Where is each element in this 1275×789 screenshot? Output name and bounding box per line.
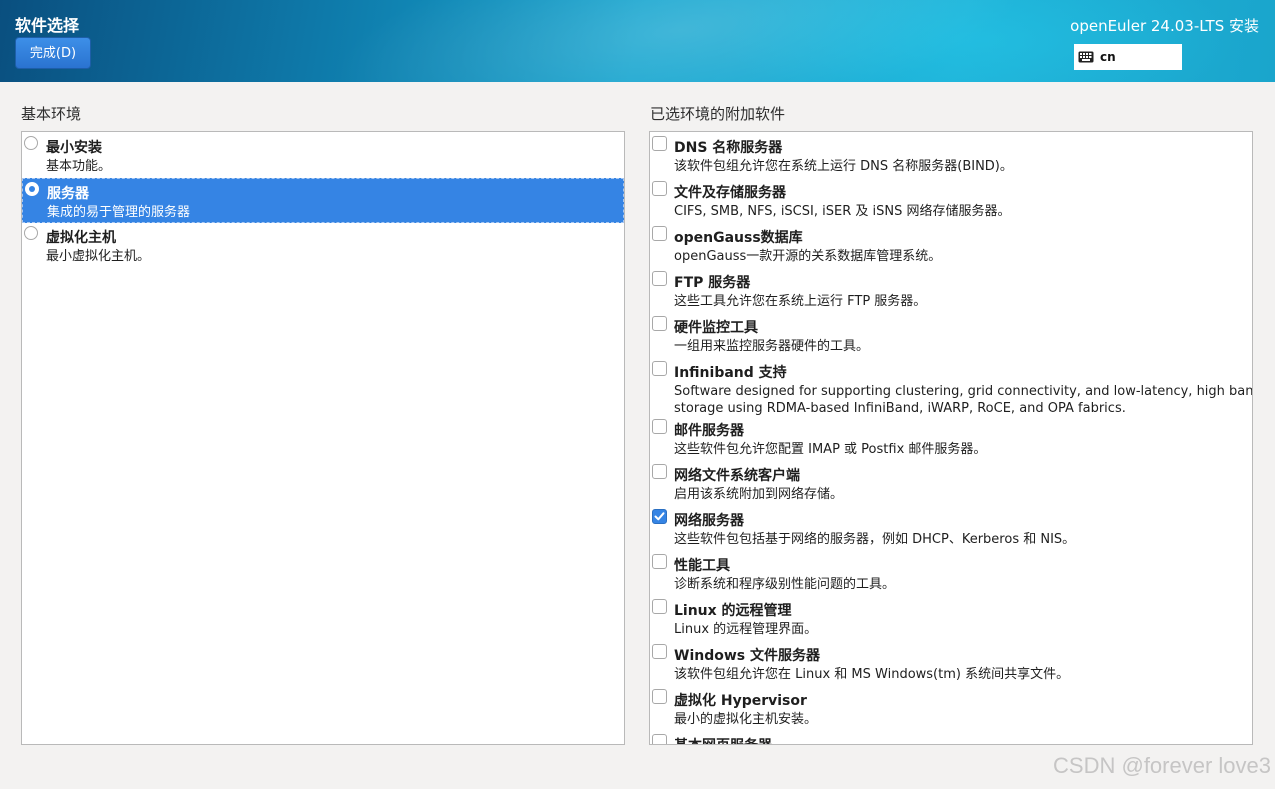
environment-radio[interactable] [24,136,38,150]
addon-option[interactable]: 硬件监控工具一组用来监控服务器硬件的工具。 [650,313,1252,358]
addon-description: 该软件包组允许您在系统上运行 DNS 名称服务器(BIND)。 [674,159,1013,174]
keyboard-icon [1078,51,1094,63]
checkmark-icon [654,512,665,521]
addon-description: 启用该系统附加到网络存储。 [674,487,844,502]
addon-checkbox[interactable] [652,226,667,241]
addon-checkbox[interactable] [652,554,667,569]
environment-description: 集成的易于管理的服务器 [47,205,191,220]
environment-option[interactable]: 虚拟化主机最小虚拟化主机。 [22,223,624,268]
environment-option[interactable]: 服务器集成的易于管理的服务器 [22,178,624,223]
addon-option[interactable]: 网络文件系统客户端启用该系统附加到网络存储。 [650,461,1252,506]
addon-checkbox[interactable] [652,361,667,376]
addon-description: 诊断系统和程序级别性能问题的工具。 [674,577,896,592]
addon-description: 该软件包组允许您在 Linux 和 MS Windows(tm) 系统间共享文件… [674,667,1070,682]
addon-checkbox[interactable] [652,509,667,524]
addon-option[interactable]: FTP 服务器这些工具允许您在系统上运行 FTP 服务器。 [650,268,1252,313]
addon-option[interactable]: openGauss数据库 openGauss一款开源的关系数据库管理系统。 [650,223,1252,268]
page-title: 软件选择 [15,16,80,35]
environment-name: 最小安装 [46,140,102,156]
addon-checkbox[interactable] [652,644,667,659]
addons-label: 已选环境的附加软件 [650,105,786,123]
addon-name: 性能工具 [674,558,730,574]
addon-checkbox[interactable] [652,689,667,704]
addon-description: 这些工具允许您在系统上运行 FTP 服务器。 [674,294,927,309]
done-button[interactable]: 完成(D) [15,37,91,69]
addon-name: 硬件监控工具 [674,320,758,336]
addon-option[interactable]: 邮件服务器这些软件包允许您配置 IMAP 或 Postfix 邮件服务器。 [650,416,1252,461]
environment-description: 基本功能。 [46,159,112,174]
addon-option[interactable]: 网络服务器这些软件包包括基于网络的服务器，例如 DHCP、Kerberos 和 … [650,506,1252,551]
addon-checkbox[interactable] [652,181,667,196]
addon-name: openGauss数据库 [674,230,803,246]
addon-option[interactable]: 基本网页服务器 [650,731,1252,744]
header-bar: 软件选择 完成(D) openEuler 24.03-LTS 安装 cn [0,0,1275,82]
addon-name: FTP 服务器 [674,275,751,291]
addon-description: 一组用来监控服务器硬件的工具。 [674,339,870,354]
environment-name: 服务器 [47,186,89,202]
addon-description: Linux 的远程管理界面。 [674,622,818,637]
addon-checkbox[interactable] [652,136,667,151]
addon-description: 最小的虚拟化主机安装。 [674,712,818,727]
addon-name: Windows 文件服务器 [674,648,820,664]
radio-selected-dot [29,186,35,192]
addon-checkbox[interactable] [652,599,667,614]
watermark: CSDN @forever love3 [1053,753,1271,778]
addon-checkbox[interactable] [652,316,667,331]
addon-option[interactable]: Linux 的远程管理 Linux 的远程管理界面。 [650,596,1252,641]
addon-name: 文件及存储服务器 [674,185,786,201]
keyboard-layout-label: cn [1100,50,1116,64]
addon-name: 基本网页服务器 [674,735,772,744]
base-environment-label: 基本环境 [21,105,82,123]
keyboard-layout-indicator[interactable]: cn [1074,44,1182,70]
addon-description: 这些软件包包括基于网络的服务器，例如 DHCP、Kerberos 和 NIS。 [674,532,1076,547]
base-environment-list: 最小安装基本功能。服务器集成的易于管理的服务器 虚拟化主机最小虚拟化主机。 [21,131,625,745]
addon-option[interactable]: 性能工具诊断系统和程序级别性能问题的工具。 [650,551,1252,596]
addons-list: DNS 名称服务器该软件包组允许您在系统上运行 DNS 名称服务器(BIND)。… [649,131,1253,745]
addon-description: openGauss一款开源的关系数据库管理系统。 [674,249,942,264]
addon-checkbox[interactable] [652,464,667,479]
environment-radio[interactable] [25,182,39,196]
environment-name: 虚拟化主机 [46,230,116,246]
addon-option[interactable]: Windows 文件服务器该软件包组允许您在 Linux 和 MS Window… [650,641,1252,686]
addon-checkbox[interactable] [652,271,667,286]
addon-description-line2: storage using RDMA-based InfiniBand, iWA… [674,401,1126,416]
addon-description: 这些软件包允许您配置 IMAP 或 Postfix 邮件服务器。 [674,442,987,457]
addon-checkbox[interactable] [652,419,667,434]
addon-description: CIFS, SMB, NFS, iSCSI, iSER 及 iSNS 网络存储服… [674,204,1011,219]
addon-name: 网络服务器 [674,513,744,529]
addon-name: Linux 的远程管理 [674,603,792,619]
addon-name: 虚拟化 Hypervisor [674,693,807,709]
addon-name: DNS 名称服务器 [674,140,783,156]
addon-name: Infiniband 支持 [674,365,787,381]
environment-description: 最小虚拟化主机。 [46,249,151,264]
addon-option[interactable]: Infiniband 支持 Software designed for suppo… [650,358,1252,416]
addon-option[interactable]: DNS 名称服务器该软件包组允许您在系统上运行 DNS 名称服务器(BIND)。 [650,133,1252,178]
addon-option[interactable]: 虚拟化 Hypervisor 最小的虚拟化主机安装。 [650,686,1252,731]
addon-name: 网络文件系统客户端 [674,468,800,484]
addon-name: 邮件服务器 [674,423,744,439]
addon-description: Software designed for supporting cluster… [674,384,1253,399]
environment-radio[interactable] [24,226,38,240]
product-title: openEuler 24.03-LTS 安装 [1070,17,1259,35]
environment-option[interactable]: 最小安装 基本功能。 [22,133,624,178]
addon-checkbox[interactable] [652,734,667,744]
addon-option[interactable]: 文件及存储服务器 CIFS, SMB, NFS, iSCSI, iSER 及 iS… [650,178,1252,223]
